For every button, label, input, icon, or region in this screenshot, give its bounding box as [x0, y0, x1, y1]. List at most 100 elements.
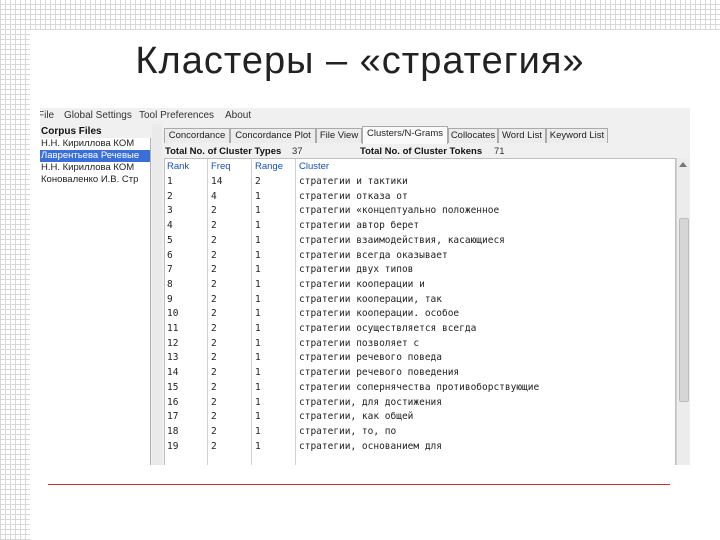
cluster-tokens-label: Total No. of Cluster Tokens	[360, 146, 483, 157]
corpus-file-list[interactable]: Н.Н. Кириллова КОМ Лаврентьева Речевые Н.Н…	[40, 138, 151, 465]
table-row[interactable]: 8 2 1 стратегии кооперации и	[165, 278, 675, 293]
freq-cell: 14	[211, 176, 223, 187]
range-cell: 2	[255, 176, 261, 187]
table-row[interactable]: 5 2 1 стратегии взаимодействия, касающиеся	[165, 234, 675, 249]
table-row[interactable]: 7 2 1 стратегии двух типов	[165, 263, 675, 278]
cluster-cell: стратегии всегда оказывает	[299, 249, 448, 261]
corpus-file-item[interactable]: Коновален­ко И.В. Стр	[40, 174, 150, 186]
freq-cell: 2	[211, 308, 217, 320]
cluster-cell: стратегии кооперации, так	[299, 293, 442, 305]
rank-cell: 14	[167, 367, 179, 379]
freq-cell: 2	[211, 396, 217, 408]
menu-about[interactable]: About	[225, 110, 251, 121]
cluster-cell: стратегии, для достижения	[299, 396, 442, 408]
cluster-cell: стратегии позволяет с	[299, 337, 420, 349]
tab-keyword-list[interactable]: Keyword List	[546, 128, 608, 143]
rank-cell: 11	[167, 323, 179, 334]
cluster-cell: стратегии автор берет	[299, 220, 420, 232]
table-scrollbar[interactable]	[676, 158, 689, 465]
freq-cell: 2	[211, 234, 217, 246]
slide-title: Кластеры – «стратегия»	[135, 40, 585, 82]
rank-cell: 12	[167, 337, 179, 349]
menu-tool-preferences[interactable]: Tool Preferences	[139, 110, 214, 121]
corpus-files-panel: Corpus Files Н.Н. Кириллова КОМ Лаврентье…	[40, 124, 152, 465]
table-row[interactable]: 13 2 1 стратегии речевого поведа	[165, 351, 675, 366]
cluster-cell: стратегии речевого поведения	[299, 367, 460, 379]
rank-cell: 6	[167, 249, 173, 261]
range-cell: 1	[255, 293, 261, 305]
rank-cell: 9	[167, 293, 173, 305]
table-row[interactable]: 15 2 1 стратегии сопернячества противоборст…	[165, 381, 675, 396]
range-cell: 1	[255, 381, 261, 393]
table-row[interactable]: 2 4 1 стратегии отказа от	[165, 190, 675, 205]
corpus-file-item[interactable]: Лаврентьева Речевые	[40, 150, 150, 162]
header-freq[interactable]: Freq	[211, 161, 231, 172]
freq-cell: 2	[211, 323, 217, 334]
tab-concordance[interactable]: Concordance	[164, 128, 230, 143]
range-cell: 1	[255, 440, 261, 452]
cluster-cell: стратегии кооперации. особое	[299, 308, 460, 320]
rank-cell: 15	[167, 381, 179, 393]
range-cell: 1	[255, 264, 261, 276]
scroll-thumb[interactable]	[679, 218, 689, 402]
freq-cell: 2	[211, 293, 217, 305]
freq-cell: 2	[211, 264, 217, 276]
cluster-types-label: Total No. of Cluster Types	[165, 146, 282, 157]
cluster-cell: стратегии «концептуально положенное	[299, 205, 500, 217]
clusters-table[interactable]: Rank Freq Range Cluster 1 14 2 стратегии и …	[164, 158, 676, 465]
range-cell: 1	[255, 220, 261, 232]
tool-tabs: Concordance Concordance Plot File View C…	[164, 126, 690, 144]
freq-cell: 2	[211, 411, 217, 423]
tab-clusters-ngrams[interactable]: Clusters/N-Grams	[362, 126, 448, 144]
table-row[interactable]: 14 2 1 стратегии речевого поведения	[165, 366, 675, 381]
menu-file[interactable]: File	[40, 110, 54, 121]
range-cell: 1	[255, 352, 261, 364]
table-row[interactable]: 18 2 1 стратегии, то, по	[165, 425, 675, 440]
table-row[interactable]: 4 2 1 стратегии автор берет	[165, 219, 675, 234]
table-row[interactable]: 1 14 2 стратегии и тактики	[165, 175, 675, 190]
rank-cell: 2	[167, 190, 173, 202]
header-cluster[interactable]: Cluster	[299, 161, 329, 172]
rank-cell: 1	[167, 176, 173, 187]
table-row[interactable]: 9 2 1 стратегии кооперации, так	[165, 293, 675, 308]
rank-cell: 16	[167, 396, 179, 408]
table-row[interactable]: 6 2 1 стратегии всегда оказывает	[165, 249, 675, 264]
rank-cell: 5	[167, 234, 173, 246]
rank-cell: 7	[167, 264, 173, 276]
table-row[interactable]: 10 2 1 стратегии кооперации. особое	[165, 307, 675, 322]
freq-cell: 2	[211, 352, 217, 364]
freq-cell: 2	[211, 205, 217, 217]
freq-cell: 2	[211, 440, 217, 452]
range-cell: 1	[255, 234, 261, 246]
cluster-cell: стратегии осуществляется всегда	[299, 323, 477, 334]
table-row[interactable]: 19 2 1 стратегии, основанием для	[165, 440, 675, 455]
tab-word-list[interactable]: Word List	[498, 128, 546, 143]
rank-cell: 10	[167, 308, 179, 320]
freq-cell: 2	[211, 425, 217, 437]
menu-global-settings[interactable]: Global Settings	[64, 110, 132, 121]
range-cell: 1	[255, 411, 261, 423]
table-row[interactable]: 17 2 1 стратегии, как общей	[165, 410, 675, 425]
range-cell: 1	[255, 308, 261, 320]
slide-grid-decoration-top	[30, 0, 720, 30]
tab-concordance-plot[interactable]: Concordance Plot	[230, 128, 316, 143]
table-row[interactable]: 3 2 1 стратегии «концептуально положенное	[165, 204, 675, 219]
table-row[interactable]: 12 2 1 стратегии позволяет с	[165, 337, 675, 352]
table-row[interactable]: 11 2 1 стратегии осуществляется всегда	[165, 322, 675, 337]
panel-splitter[interactable]	[152, 124, 162, 465]
range-cell: 1	[255, 249, 261, 261]
rank-cell: 19	[167, 440, 179, 452]
rank-cell: 3	[167, 205, 173, 217]
rank-cell: 17	[167, 411, 179, 423]
scroll-up-icon[interactable]	[679, 162, 687, 167]
tab-file-view[interactable]: File View	[316, 128, 362, 143]
corpus-file-item[interactable]: Н.Н. Кириллова КОМ	[40, 162, 150, 174]
corpus-file-item[interactable]: Н.Н. Кириллова КОМ	[40, 138, 150, 150]
header-rank[interactable]: Rank	[167, 161, 189, 172]
corpus-files-title: Corpus Files	[41, 126, 102, 137]
freq-cell: 2	[211, 381, 217, 393]
table-row[interactable]: 16 2 1 стратегии, для достижения	[165, 396, 675, 411]
tab-collocates[interactable]: Collocates	[448, 128, 498, 143]
slide-bottom-rule	[48, 484, 670, 485]
header-range[interactable]: Range	[255, 161, 283, 172]
